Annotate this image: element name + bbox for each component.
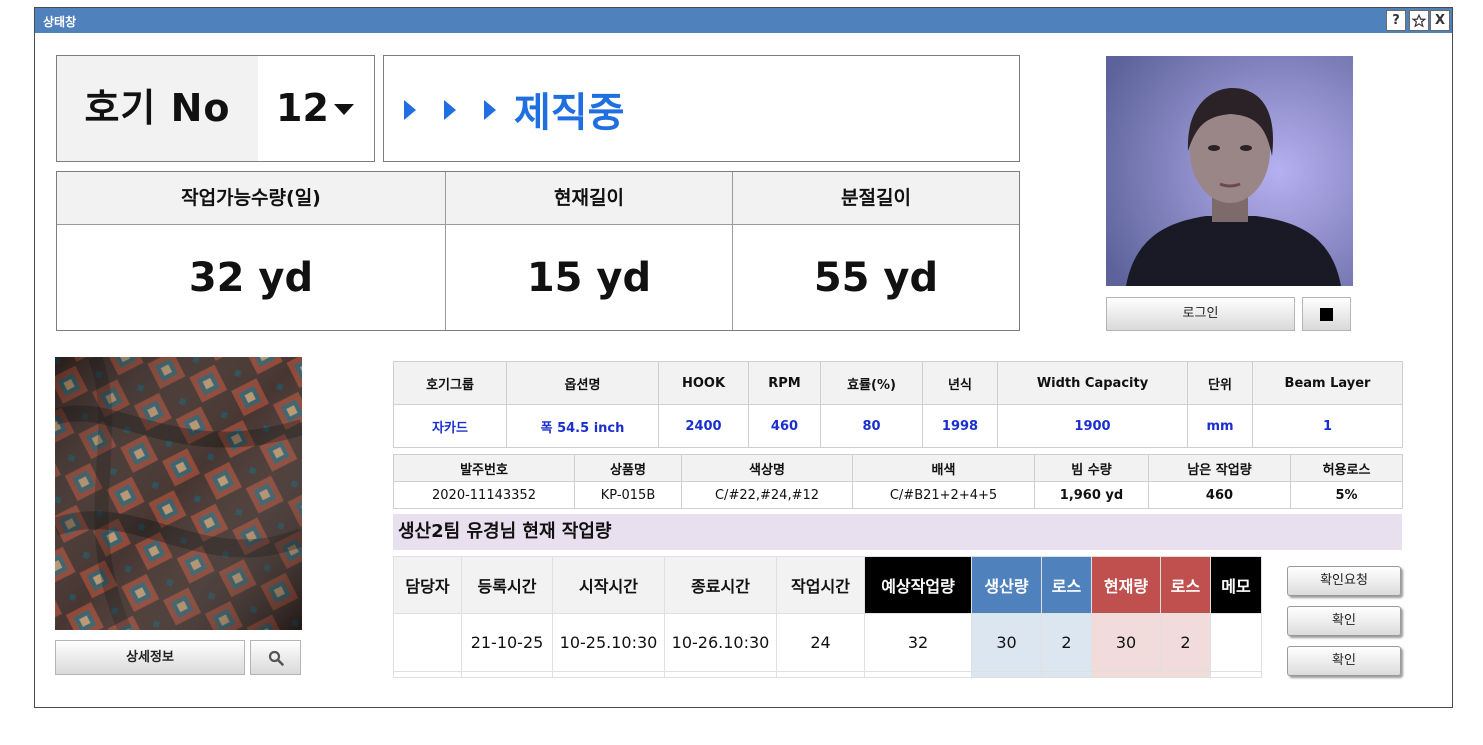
- table-cell: C/#22,#24,#12: [681, 481, 853, 509]
- table-cell: 24: [776, 613, 865, 672]
- fabric-image: [55, 357, 302, 630]
- spec-table: 호기그룹 옵션명 HOOK RPM 효률(%) 년식 Width Capacit…: [393, 361, 1403, 448]
- table-cell: C/#B21+2+4+5: [852, 481, 1035, 509]
- play-arrow-icon: [404, 100, 416, 120]
- login-button[interactable]: 로그인: [1106, 297, 1295, 331]
- hogi-number-select[interactable]: 12: [258, 55, 375, 162]
- table-cell: 30: [1091, 613, 1161, 672]
- column-header: 상품명: [574, 454, 682, 482]
- table-header-row: 발주번호 상품명 색상명 배색 빔 수량 남은 작업량 허용로스: [393, 454, 1403, 482]
- table-cell: 2: [1041, 613, 1092, 672]
- column-header: 작업시간: [776, 556, 865, 614]
- operator-photo: [1106, 56, 1353, 286]
- column-header: 생산량: [971, 556, 1042, 614]
- confirm-button[interactable]: 확인: [1287, 646, 1401, 676]
- column-header: 년식: [922, 361, 998, 405]
- column-header: 남은 작업량: [1148, 454, 1291, 482]
- hogi-number-value: 12: [276, 86, 329, 130]
- play-arrow-icon: [444, 100, 456, 120]
- table-cell: 2020-11143352: [393, 481, 575, 509]
- column-header: Width Capacity: [997, 361, 1188, 405]
- metric-label: 작업가능수량(일): [57, 172, 445, 225]
- work-status-text: 제직중: [514, 90, 625, 136]
- column-header: 배색: [852, 454, 1035, 482]
- column-header: 효률(%): [820, 361, 923, 405]
- column-header: Beam Layer: [1252, 361, 1403, 405]
- detail-info-button[interactable]: 상세정보: [55, 640, 245, 675]
- table-cell: 10-25.10:30: [552, 613, 665, 672]
- table-cell: mm: [1187, 404, 1253, 448]
- column-header: 메모: [1210, 556, 1262, 614]
- column-header: 예상작업량: [864, 556, 972, 614]
- column-header: 호기그룹: [393, 361, 507, 405]
- table-cell: 10-26.10:30: [664, 613, 777, 672]
- order-table: 발주번호 상품명 색상명 배색 빔 수량 남은 작업량 허용로스 2020-11…: [393, 454, 1403, 509]
- metric-label: 분절길이: [733, 172, 1019, 225]
- column-header: HOOK: [658, 361, 749, 405]
- table-cell: 460: [1148, 481, 1291, 509]
- close-button[interactable]: X: [1430, 10, 1450, 31]
- chevron-down-icon: [334, 104, 354, 115]
- table-cell: 1: [1252, 404, 1403, 448]
- table-cell: 1,960 yd: [1034, 481, 1149, 509]
- metric-value: 15 yd: [526, 255, 652, 301]
- table-cell: 1900: [997, 404, 1188, 448]
- table-cell: 자카드: [393, 404, 507, 448]
- table-cell: 1998: [922, 404, 998, 448]
- status-window: 상태창 ? X 호기 No 12 제직중 작업가능수량(일) 현재길이 분절길이…: [34, 7, 1453, 708]
- table-cell: 80: [820, 404, 923, 448]
- table-cell: 460: [748, 404, 821, 448]
- column-header: 시작시간: [552, 556, 665, 614]
- table-row: 2020-11143352 KP-015B C/#22,#24,#12 C/#B…: [393, 481, 1403, 509]
- work-status-box: 제직중: [383, 55, 1020, 162]
- table-cell: 2: [1160, 613, 1211, 672]
- team-workload-title: 생산2팀 유경님 현재 작업량: [393, 514, 1402, 550]
- metric-value: 32 yd: [188, 255, 314, 301]
- favorite-star-icon[interactable]: [1409, 10, 1429, 31]
- table-cell: 30: [971, 613, 1042, 672]
- window-title: 상태창: [43, 15, 77, 29]
- column-header: RPM: [748, 361, 821, 405]
- table-cell: [393, 613, 462, 672]
- column-header: 등록시간: [461, 556, 553, 614]
- column-header: 발주번호: [393, 454, 575, 482]
- metric-value: 55 yd: [813, 255, 939, 301]
- column-header: 옵션명: [506, 361, 659, 405]
- stop-button[interactable]: [1302, 297, 1351, 331]
- metric-label: 현재길이: [446, 172, 732, 225]
- column-header: 현재량: [1091, 556, 1161, 614]
- table-header-row: 호기그룹 옵션명 HOOK RPM 효률(%) 년식 Width Capacit…: [393, 361, 1403, 405]
- table-cell: 2400: [658, 404, 749, 448]
- work-table: 담당자 등록시간 시작시간 종료시간 작업시간 예상작업량 생산량 로스 현재량…: [393, 556, 1262, 678]
- confirm-request-button[interactable]: 확인요청: [1287, 566, 1401, 596]
- column-header: 단위: [1187, 361, 1253, 405]
- column-header: 종료시간: [664, 556, 777, 614]
- table-header-row: 담당자 등록시간 시작시간 종료시간 작업시간 예상작업량 생산량 로스 현재량…: [393, 556, 1262, 614]
- confirm-button[interactable]: 확인: [1287, 606, 1401, 636]
- column-header: 담당자: [393, 556, 462, 614]
- column-header: 색상명: [681, 454, 853, 482]
- stop-icon: [1320, 308, 1333, 321]
- column-header: 로스: [1160, 556, 1211, 614]
- table-cell: 5%: [1290, 481, 1403, 509]
- table-cell: 21-10-25: [461, 613, 553, 672]
- hogi-no-label: 호기 No: [56, 55, 259, 162]
- play-arrow-icon: [484, 100, 496, 120]
- table-row: 21-10-25 10-25.10:30 10-26.10:30 24 32 3…: [393, 613, 1262, 672]
- table-cell: 폭 54.5 inch: [506, 404, 659, 448]
- help-button[interactable]: ?: [1386, 10, 1406, 31]
- table-row: 자카드 폭 54.5 inch 2400 460 80 1998 1900 mm…: [393, 404, 1403, 448]
- table-cell: [1210, 613, 1262, 672]
- column-header: 로스: [1041, 556, 1092, 614]
- search-button[interactable]: [250, 640, 301, 675]
- title-bar: 상태창 ? X: [35, 8, 1452, 33]
- table-row-empty: [393, 671, 1262, 678]
- column-header: 허용로스: [1290, 454, 1403, 482]
- metrics-panel: 작업가능수량(일) 현재길이 분절길이 32 yd 15 yd 55 yd: [56, 171, 1020, 331]
- table-cell: KP-015B: [574, 481, 682, 509]
- table-cell: 32: [864, 613, 972, 672]
- column-header: 빔 수량: [1034, 454, 1149, 482]
- search-icon: [268, 650, 284, 666]
